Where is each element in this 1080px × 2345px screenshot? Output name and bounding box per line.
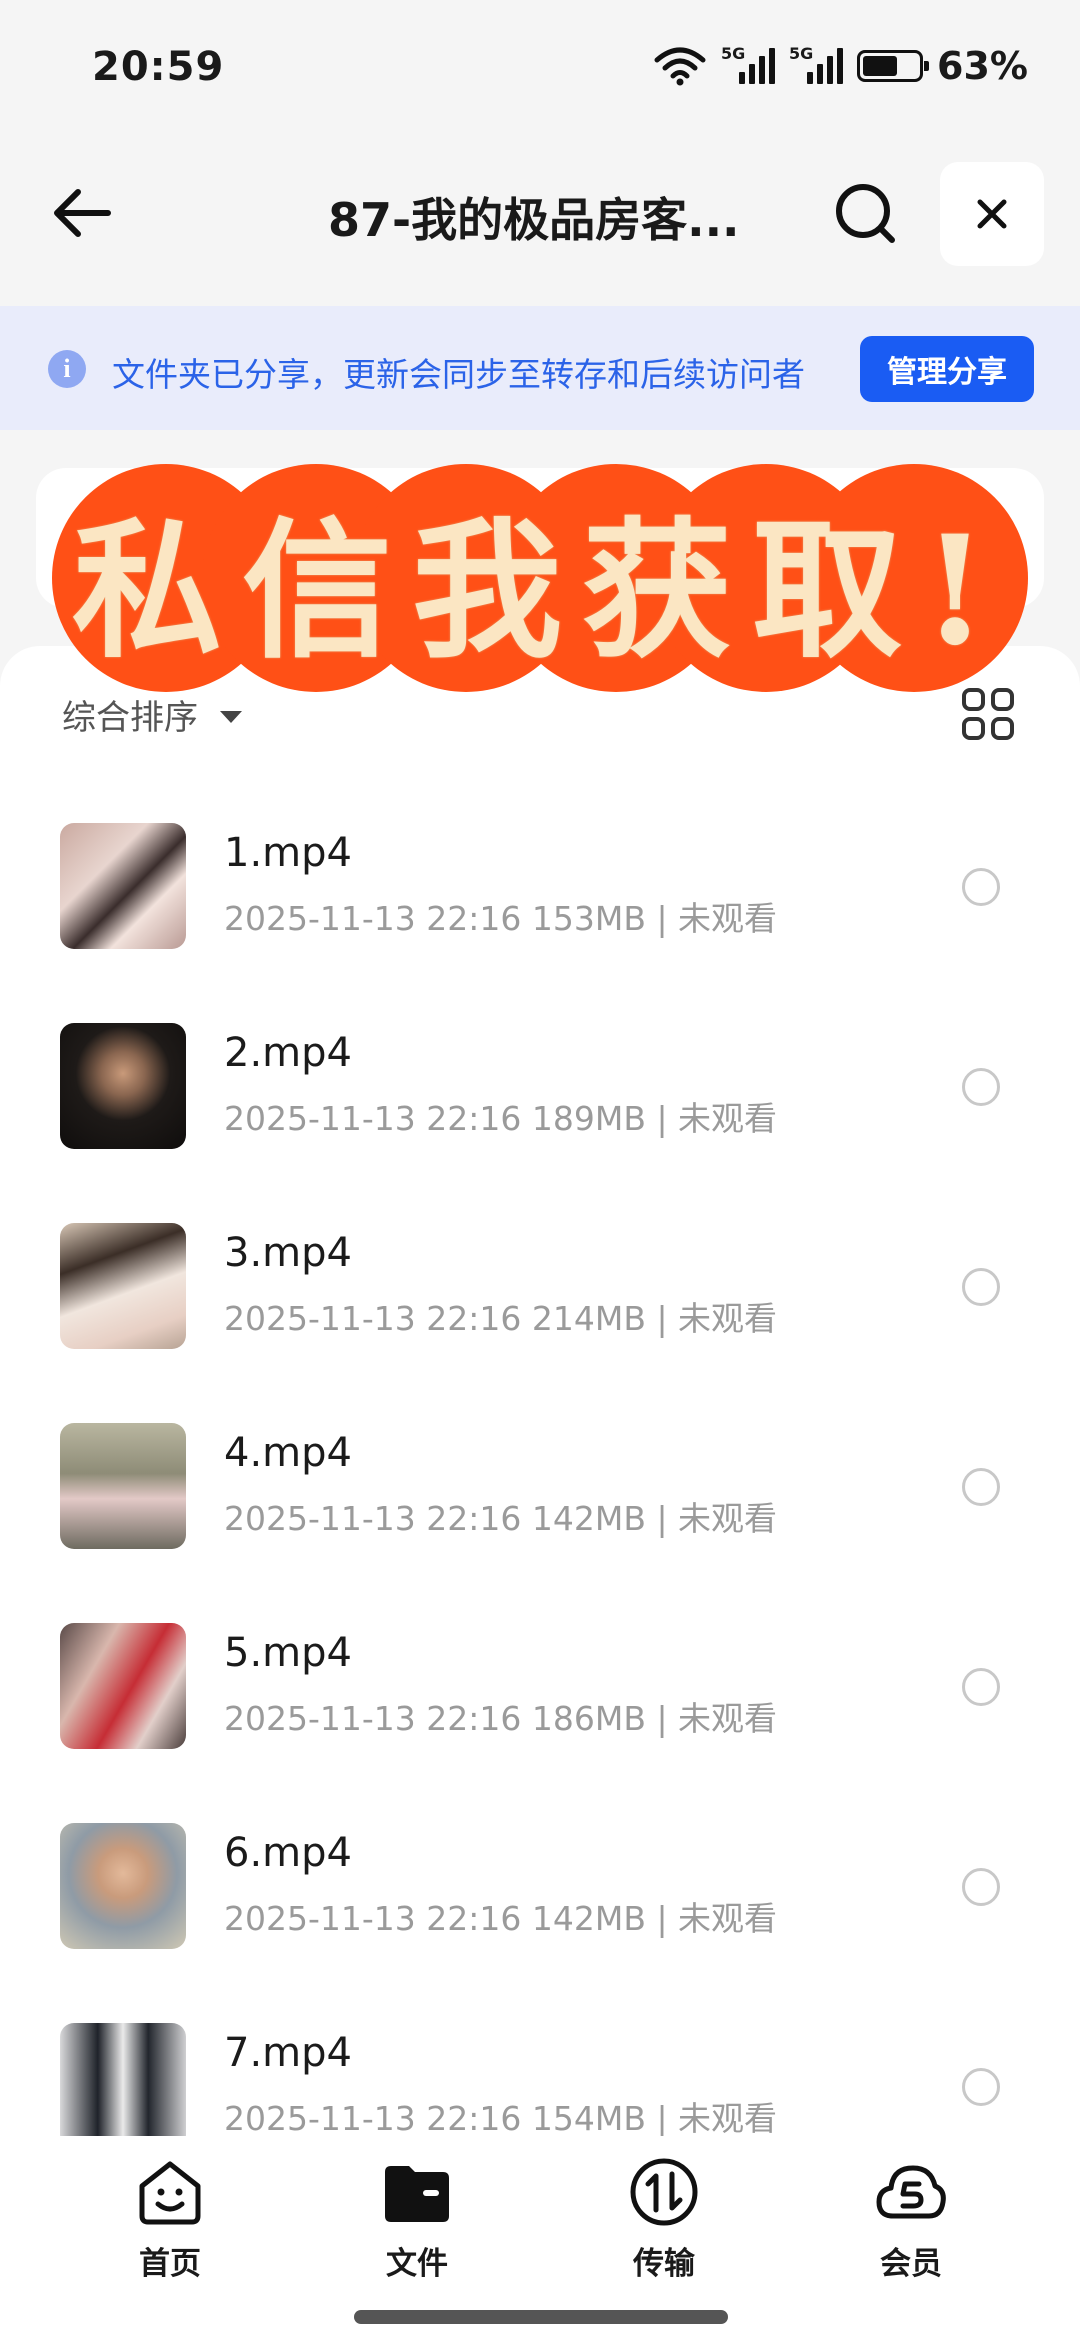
file-meta: 2025-11-13 22:16 186MB | 未观看 — [224, 1699, 778, 1738]
home-indicator[interactable] — [354, 2310, 728, 2324]
tab-label: 文件 — [386, 2246, 448, 2282]
select-radio[interactable] — [962, 1268, 1000, 1306]
close-button[interactable] — [940, 162, 1044, 266]
file-name: 7.mp4 — [224, 2030, 352, 2076]
status-bar: 20:59 5G 5G 63% — [0, 0, 1080, 140]
video-thumbnail — [60, 1423, 186, 1549]
select-radio[interactable] — [962, 1468, 1000, 1506]
file-row[interactable]: 3.mp4 2025-11-13 22:16 214MB | 未观看 — [0, 1200, 1080, 1400]
select-radio[interactable] — [962, 2068, 1000, 2106]
file-row[interactable]: 1.mp4 2025-11-13 22:16 153MB | 未观看 — [0, 800, 1080, 1000]
tab-label: 首页 — [139, 2246, 201, 2282]
file-meta: 2025-11-13 22:16 214MB | 未观看 — [224, 1299, 778, 1338]
file-name: 1.mp4 — [224, 830, 352, 876]
file-row[interactable]: 5.mp4 2025-11-13 22:16 186MB | 未观看 — [0, 1600, 1080, 1800]
file-row[interactable]: 6.mp4 2025-11-13 22:16 142MB | 未观看 — [0, 1800, 1080, 2000]
page-title: 87-我的极品房客... — [328, 193, 740, 247]
wifi-icon — [654, 47, 706, 86]
tab-vip[interactable]: 会员 — [831, 2156, 991, 2306]
tab-label: 会员 — [880, 2246, 942, 2282]
grid-view-icon — [962, 717, 985, 740]
battery-icon — [857, 50, 930, 82]
arrow-left-icon — [54, 189, 111, 237]
file-name: 6.mp4 — [224, 1830, 352, 1876]
close-icon — [977, 199, 1007, 229]
promo-banner: 私信我获取! — [52, 464, 1028, 692]
share-notice-banner: i 文件夹已分享，更新会同步至转存和后续访问者 管理分享 — [0, 306, 1080, 430]
back-button[interactable] — [48, 178, 118, 248]
file-name: 5.mp4 — [224, 1630, 352, 1676]
status-icons: 5G 5G 63% — [653, 44, 1028, 88]
video-thumbnail — [60, 1623, 186, 1749]
caret-down-icon — [220, 710, 242, 723]
transfer-icon — [630, 2158, 698, 2226]
select-radio[interactable] — [962, 1668, 1000, 1706]
promo-text: 私信我获取! — [72, 502, 1008, 679]
video-thumbnail — [60, 2023, 186, 2149]
vip-cloud-icon — [876, 2165, 946, 2219]
search-button[interactable] — [830, 178, 900, 248]
battery-percent: 63% — [937, 44, 1028, 88]
manage-share-button[interactable]: 管理分享 — [860, 336, 1034, 402]
home-smile-icon — [139, 2161, 201, 2225]
file-meta: 2025-11-13 22:16 142MB | 未观看 — [224, 1499, 778, 1538]
tab-files[interactable]: 文件 — [337, 2156, 497, 2306]
file-name: 2.mp4 — [224, 1030, 352, 1076]
file-row[interactable]: 2.mp4 2025-11-13 22:16 189MB | 未观看 — [0, 1000, 1080, 1200]
tab-label: 传输 — [633, 2246, 695, 2282]
grid-view-button[interactable] — [962, 688, 1014, 740]
select-radio[interactable] — [962, 1068, 1000, 1106]
tab-transfer[interactable]: 传输 — [584, 2156, 744, 2306]
info-icon: i — [48, 350, 86, 388]
video-thumbnail — [60, 823, 186, 949]
select-radio[interactable] — [962, 868, 1000, 906]
file-meta: 2025-11-13 22:16 142MB | 未观看 — [224, 1899, 778, 1938]
grid-view-icon — [991, 688, 1014, 711]
sort-label: 综合排序 — [62, 698, 198, 738]
select-radio[interactable] — [962, 1868, 1000, 1906]
grid-view-icon — [991, 717, 1014, 740]
file-meta: 2025-11-13 22:16 154MB | 未观看 — [224, 2099, 778, 2138]
video-thumbnail — [60, 1223, 186, 1349]
video-thumbnail — [60, 1823, 186, 1949]
nav-bar: 87-我的极品房客... — [0, 150, 1080, 280]
search-icon — [836, 184, 895, 243]
signal-icon: 5G — [789, 44, 844, 84]
file-name: 3.mp4 — [224, 1230, 352, 1276]
file-meta: 2025-11-13 22:16 189MB | 未观看 — [224, 1099, 778, 1138]
status-time: 20:59 — [92, 44, 225, 90]
file-name: 4.mp4 — [224, 1430, 352, 1476]
sort-dropdown[interactable]: 综合排序 — [62, 690, 242, 739]
network-type: 5G — [721, 44, 746, 63]
share-notice-text: 文件夹已分享，更新会同步至转存和后续访问者 — [112, 355, 805, 394]
grid-view-icon — [962, 688, 985, 711]
folder-icon — [385, 2166, 449, 2222]
file-meta: 2025-11-13 22:16 153MB | 未观看 — [224, 899, 778, 938]
video-thumbnail — [60, 1023, 186, 1149]
file-row[interactable]: 4.mp4 2025-11-13 22:16 142MB | 未观看 — [0, 1400, 1080, 1600]
network-type: 5G — [789, 44, 814, 63]
signal-icon: 5G — [721, 44, 776, 84]
tab-home[interactable]: 首页 — [90, 2156, 250, 2306]
